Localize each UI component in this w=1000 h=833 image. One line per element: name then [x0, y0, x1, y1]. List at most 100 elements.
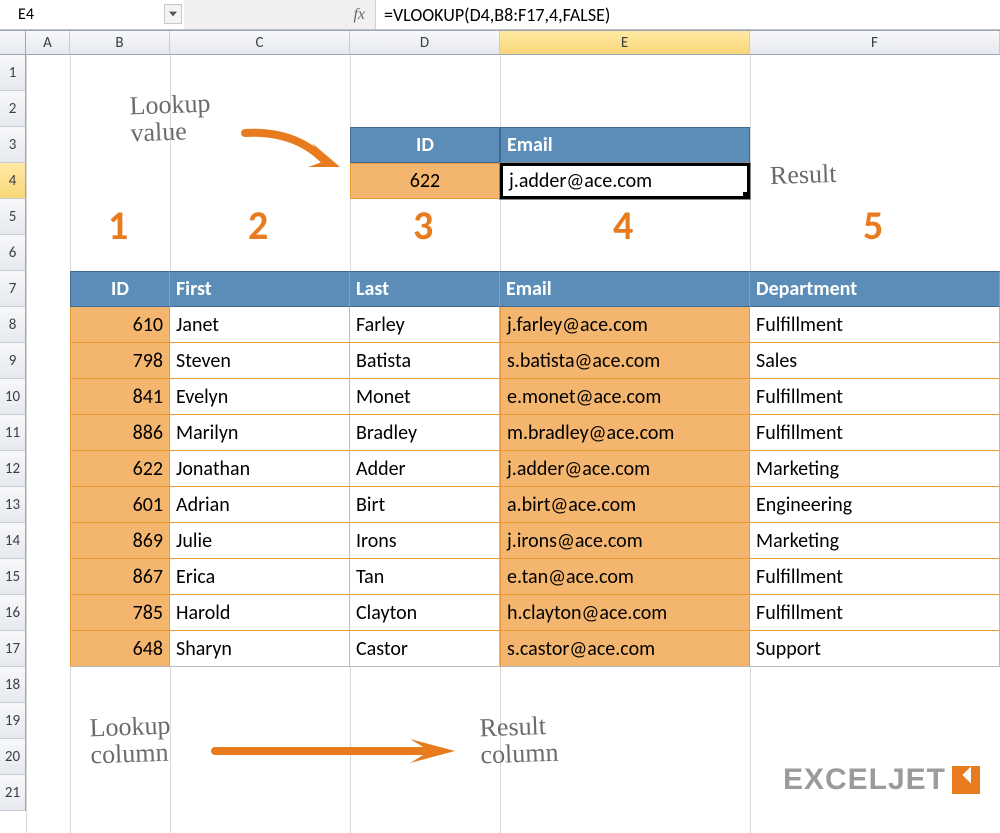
- table-row-first[interactable]: Sharyn: [170, 631, 350, 667]
- row-header-4[interactable]: 4: [0, 163, 26, 199]
- formula-bar: fx: [0, 0, 1000, 30]
- row-header-9[interactable]: 9: [0, 343, 26, 379]
- column-headers: ABCDEF: [26, 31, 1000, 55]
- table-row-email[interactable]: h.clayton@ace.com: [500, 595, 750, 631]
- table-header-id[interactable]: ID: [70, 271, 170, 307]
- table-row-first[interactable]: Janet: [170, 307, 350, 343]
- table-row-email[interactable]: j.farley@ace.com: [500, 307, 750, 343]
- active-cell-result[interactable]: j.adder@ace.com: [500, 163, 750, 199]
- row-header-8[interactable]: 8: [0, 307, 26, 343]
- table-row-email[interactable]: j.adder@ace.com: [500, 451, 750, 487]
- fill-handle[interactable]: [743, 192, 750, 199]
- formula-input[interactable]: [376, 0, 1000, 29]
- row-header-20[interactable]: 20: [0, 739, 26, 775]
- row-header-7[interactable]: 7: [0, 271, 26, 307]
- table-row-id[interactable]: 648: [70, 631, 170, 667]
- table-row-first[interactable]: Erica: [170, 559, 350, 595]
- annotation-lookup-column: Lookup column: [89, 712, 172, 769]
- table-row-first[interactable]: Steven: [170, 343, 350, 379]
- row-header-1[interactable]: 1: [0, 55, 26, 91]
- table-row-email[interactable]: e.tan@ace.com: [500, 559, 750, 595]
- table-row-first[interactable]: Jonathan: [170, 451, 350, 487]
- table-row-id[interactable]: 869: [70, 523, 170, 559]
- annotation-lookup-value: Lookup value: [129, 90, 212, 147]
- table-row-first[interactable]: Evelyn: [170, 379, 350, 415]
- row-header-14[interactable]: 14: [0, 523, 26, 559]
- column-header-B[interactable]: B: [70, 31, 170, 55]
- row-header-16[interactable]: 16: [0, 595, 26, 631]
- column-header-D[interactable]: D: [350, 31, 500, 55]
- lookup-header-id[interactable]: ID: [350, 127, 500, 163]
- table-row-last[interactable]: Adder: [350, 451, 500, 487]
- table-row-first[interactable]: Julie: [170, 523, 350, 559]
- table-row-id[interactable]: 622: [70, 451, 170, 487]
- table-row-department[interactable]: Marketing: [750, 523, 1000, 559]
- table-row-email[interactable]: m.bradley@ace.com: [500, 415, 750, 451]
- table-row-id[interactable]: 798: [70, 343, 170, 379]
- table-row-department[interactable]: Fulfillment: [750, 415, 1000, 451]
- table-row-last[interactable]: Bradley: [350, 415, 500, 451]
- row-header-21[interactable]: 21: [0, 775, 26, 811]
- table-row-email[interactable]: s.castor@ace.com: [500, 631, 750, 667]
- table-row-last[interactable]: Birt: [350, 487, 500, 523]
- column-header-A[interactable]: A: [26, 31, 70, 55]
- column-header-C[interactable]: C: [170, 31, 350, 55]
- row-header-19[interactable]: 19: [0, 703, 26, 739]
- table-row-id[interactable]: 867: [70, 559, 170, 595]
- table-row-department[interactable]: Engineering: [750, 487, 1000, 523]
- table-row-last[interactable]: Farley: [350, 307, 500, 343]
- table-row-last[interactable]: Tan: [350, 559, 500, 595]
- row-header-6[interactable]: 6: [0, 235, 26, 271]
- column-header-E[interactable]: E: [500, 31, 750, 55]
- table-row-last[interactable]: Batista: [350, 343, 500, 379]
- table-row-first[interactable]: Adrian: [170, 487, 350, 523]
- table-header-first[interactable]: First: [170, 271, 350, 307]
- table-row-department[interactable]: Fulfillment: [750, 379, 1000, 415]
- table-row-department[interactable]: Marketing: [750, 451, 1000, 487]
- row-header-13[interactable]: 13: [0, 487, 26, 523]
- formula-bar-gap: fx: [184, 0, 376, 29]
- name-box-dropdown-icon[interactable]: [164, 4, 182, 24]
- table-row-id[interactable]: 785: [70, 595, 170, 631]
- table-header-email[interactable]: Email: [500, 271, 750, 307]
- row-header-5[interactable]: 5: [0, 199, 26, 235]
- table-header-department[interactable]: Department: [750, 271, 1000, 307]
- column-header-F[interactable]: F: [750, 31, 1000, 55]
- table-row-email[interactable]: j.irons@ace.com: [500, 523, 750, 559]
- table-row-id[interactable]: 841: [70, 379, 170, 415]
- table-header-last[interactable]: Last: [350, 271, 500, 307]
- table-row-department[interactable]: Fulfillment: [750, 559, 1000, 595]
- row-header-17[interactable]: 17: [0, 631, 26, 667]
- table-row-department[interactable]: Sales: [750, 343, 1000, 379]
- row-header-3[interactable]: 3: [0, 127, 26, 163]
- table-row-email[interactable]: e.monet@ace.com: [500, 379, 750, 415]
- row-header-12[interactable]: 12: [0, 451, 26, 487]
- annotation-result: Result: [770, 160, 837, 190]
- row-header-18[interactable]: 18: [0, 667, 26, 703]
- row-header-10[interactable]: 10: [0, 379, 26, 415]
- fx-icon[interactable]: fx: [353, 6, 365, 24]
- table-row-last[interactable]: Castor: [350, 631, 500, 667]
- table-row-id[interactable]: 601: [70, 487, 170, 523]
- row-header-15[interactable]: 15: [0, 559, 26, 595]
- table-row-last[interactable]: Monet: [350, 379, 500, 415]
- table-row-department[interactable]: Fulfillment: [750, 595, 1000, 631]
- table-row-department[interactable]: Fulfillment: [750, 307, 1000, 343]
- table-row-department[interactable]: Support: [750, 631, 1000, 667]
- table-row-last[interactable]: Clayton: [350, 595, 500, 631]
- table-row-email[interactable]: a.birt@ace.com: [500, 487, 750, 523]
- table-row-first[interactable]: Marilyn: [170, 415, 350, 451]
- row-header-11[interactable]: 11: [0, 415, 26, 451]
- table-row-first[interactable]: Harold: [170, 595, 350, 631]
- spreadsheet-grid[interactable]: ABCDEF 123456789101112131415161718192021…: [0, 30, 1000, 833]
- row-header-2[interactable]: 2: [0, 91, 26, 127]
- lookup-id-value[interactable]: 622: [350, 163, 500, 199]
- table-row-last[interactable]: Irons: [350, 523, 500, 559]
- table-row-id[interactable]: 610: [70, 307, 170, 343]
- name-box-input[interactable]: [0, 0, 184, 29]
- lookup-header-email[interactable]: Email: [500, 127, 750, 163]
- select-all-corner[interactable]: [0, 31, 26, 55]
- table-row-email[interactable]: s.batista@ace.com: [500, 343, 750, 379]
- name-box[interactable]: [0, 0, 184, 29]
- table-row-id[interactable]: 886: [70, 415, 170, 451]
